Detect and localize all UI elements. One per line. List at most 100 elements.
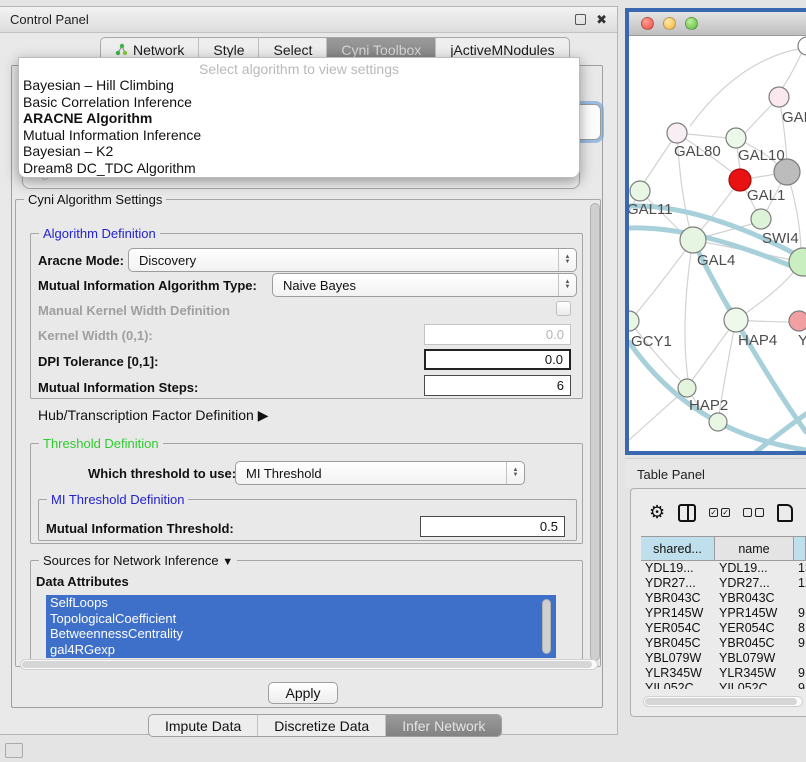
hub-section-label[interactable]: Hub/Transcription Factor Definition ▶: [38, 407, 268, 424]
dpi-tolerance-label: DPI Tolerance [0,1]:: [38, 354, 158, 369]
table-row[interactable]: YDR27...YDR27...12: [641, 576, 806, 591]
which-threshold-combo[interactable]: MI Threshold ▲▼: [235, 461, 525, 485]
algorithm-option[interactable]: Bayesian – Hill Climbing: [19, 77, 579, 94]
list-item[interactable]: gal4RGexp: [46, 642, 556, 658]
algorithm-placeholder: Select algorithm to view settings: [19, 58, 579, 77]
list-item[interactable]: SelfLoops: [46, 595, 556, 611]
node-label: GAL: [782, 109, 806, 126]
collapsed-arrow-icon[interactable]: ▶: [258, 407, 269, 423]
kernel-width-field[interactable]: [424, 324, 571, 345]
stepper-arrows-icon: ▲▼: [558, 274, 576, 296]
table-header-row: shared... name: [641, 536, 806, 561]
restore-panel-icon[interactable]: [5, 743, 23, 758]
node-gal11[interactable]: [630, 181, 650, 201]
gear-icon[interactable]: ⚙: [649, 502, 665, 523]
mi-type-label: Mutual Information Algorithm Type:: [38, 278, 257, 293]
aracne-mode-combo[interactable]: Discovery ▲▼: [128, 248, 577, 272]
table-panel: ⚙ ✓✓ shared... name YDL19...YDL19...13 Y…: [630, 488, 806, 717]
mi-threshold-group-title: MI Threshold Definition: [47, 492, 188, 507]
node-salmon[interactable]: [789, 311, 806, 331]
table-row[interactable]: YIL052CYIL052C9: [641, 681, 806, 689]
select-all-columns-icon[interactable]: ✓✓: [709, 508, 730, 517]
apply-button[interactable]: Apply: [268, 682, 338, 704]
node-label: Y: [798, 332, 806, 349]
table-row[interactable]: YBR043CYBR043C: [641, 591, 806, 606]
mi-threshold-label: Mutual Information Threshold:: [46, 521, 234, 536]
algorithm-option[interactable]: Basic Correlation Inference: [19, 94, 579, 111]
node[interactable]: [798, 37, 806, 55]
float-panel-icon[interactable]: [575, 14, 586, 25]
table-row[interactable]: YPR145WYPR145W9.: [641, 606, 806, 621]
node-label: SWI4: [762, 230, 799, 247]
table-row[interactable]: YBL079WYBL079W: [641, 651, 806, 666]
tab-infer-network[interactable]: Infer Network: [386, 715, 501, 736]
list-item[interactable]: TopologicalCoefficient: [46, 611, 556, 627]
network-canvas[interactable]: GAL GAL80 GAL10 GAL1 GAL11 SWI4 GAL4 GCY…: [629, 36, 806, 451]
table-toolbar: ⚙ ✓✓: [631, 489, 806, 536]
table-row[interactable]: YDL19...YDL19...13: [641, 561, 806, 576]
node-label: GAL1: [747, 187, 785, 204]
close-panel-icon[interactable]: ✖: [596, 12, 607, 28]
control-panel-window: Control Panel ✖ Network Style Select Cyn…: [0, 6, 618, 735]
network-graph: GAL GAL80 GAL10 GAL1 GAL11 SWI4 GAL4 GCY…: [629, 36, 806, 451]
mi-steps-field[interactable]: [424, 375, 571, 396]
algorithm-definition-title: Algorithm Definition: [39, 226, 160, 241]
network-window-titlebar[interactable]: [629, 12, 806, 36]
settings-group-title: Cyni Algorithm Settings: [24, 192, 166, 207]
algorithm-option[interactable]: Dream8 DC_TDC Algorithm: [19, 160, 579, 177]
table-row[interactable]: YBR045CYBR045C9.: [641, 636, 806, 651]
node-label: GAL4: [697, 252, 735, 269]
close-window-icon[interactable]: [641, 17, 654, 30]
settings-vertical-scrollbar[interactable]: [590, 203, 600, 661]
column-header-name[interactable]: name: [715, 537, 794, 560]
sources-group-title: Sources for Network Inference ▼: [39, 553, 237, 568]
stepper-arrows-icon: ▲▼: [558, 249, 576, 271]
minimize-window-icon[interactable]: [663, 17, 676, 30]
attributes-vertical-scrollbar[interactable]: [542, 599, 551, 654]
node[interactable]: [709, 413, 727, 431]
node-label: HAP4: [738, 332, 777, 349]
algorithm-option-selected[interactable]: ARACNE Algorithm: [19, 110, 579, 127]
attributes-horizontal-scrollbar[interactable]: [20, 659, 598, 670]
manual-kernel-checkbox[interactable]: [556, 301, 571, 316]
node-label: GAL80: [674, 143, 721, 160]
node-gal10[interactable]: [726, 128, 746, 148]
algorithm-option[interactable]: Mutual Information Inference: [19, 127, 579, 144]
algorithm-option[interactable]: Bayesian – K2: [19, 143, 579, 160]
mi-type-combo[interactable]: Naive Bayes ▲▼: [272, 273, 577, 297]
algorithm-dropdown-popup: Select algorithm to view settings Bayesi…: [18, 57, 580, 178]
node-gcy1[interactable]: [629, 311, 639, 331]
table-panel-title: Table Panel: [625, 458, 806, 488]
table-horizontal-scrollbar[interactable]: [643, 696, 803, 707]
node-label: GAL11: [629, 201, 673, 218]
node-label: HAP2: [689, 397, 728, 414]
node-label: GCY1: [631, 333, 672, 350]
node-hap4[interactable]: [724, 308, 748, 332]
column-header-shared-name[interactable]: shared...: [641, 537, 715, 560]
node-hap2[interactable]: [678, 379, 696, 397]
threshold-definition-title: Threshold Definition: [39, 436, 163, 451]
mi-steps-label: Mutual Information Steps:: [38, 380, 198, 395]
tab-discretize-data[interactable]: Discretize Data: [258, 715, 386, 736]
table-row[interactable]: YER054CYER054C8.: [641, 621, 806, 636]
zoom-window-icon[interactable]: [685, 17, 698, 30]
node-swi4[interactable]: [751, 209, 771, 229]
node-gal[interactable]: [769, 87, 789, 107]
node-table: shared... name YDL19...YDL19...13 YDR27.…: [641, 536, 806, 689]
bottom-tabbar: Impute Data Discretize Data Infer Networ…: [148, 714, 502, 737]
columns-icon[interactable]: [678, 504, 696, 522]
expanded-arrow-icon[interactable]: ▼: [222, 556, 233, 568]
table-row[interactable]: YLR345WYLR345W9.: [641, 666, 806, 681]
list-item[interactable]: BetweennessCentrality: [46, 626, 556, 642]
export-table-icon[interactable]: [777, 504, 793, 522]
node-gal80[interactable]: [667, 123, 687, 143]
column-header[interactable]: [794, 537, 806, 560]
deselect-all-columns-icon[interactable]: [743, 508, 764, 517]
dpi-tolerance-field[interactable]: [424, 349, 571, 370]
manual-kernel-label: Manual Kernel Width Definition: [38, 303, 230, 318]
network-view-window: GAL GAL80 GAL10 GAL1 GAL11 SWI4 GAL4 GCY…: [625, 8, 806, 455]
node-gal4[interactable]: [680, 227, 706, 253]
tab-impute-data[interactable]: Impute Data: [149, 715, 258, 736]
mi-threshold-field[interactable]: [420, 516, 565, 537]
network-icon: [115, 43, 128, 56]
